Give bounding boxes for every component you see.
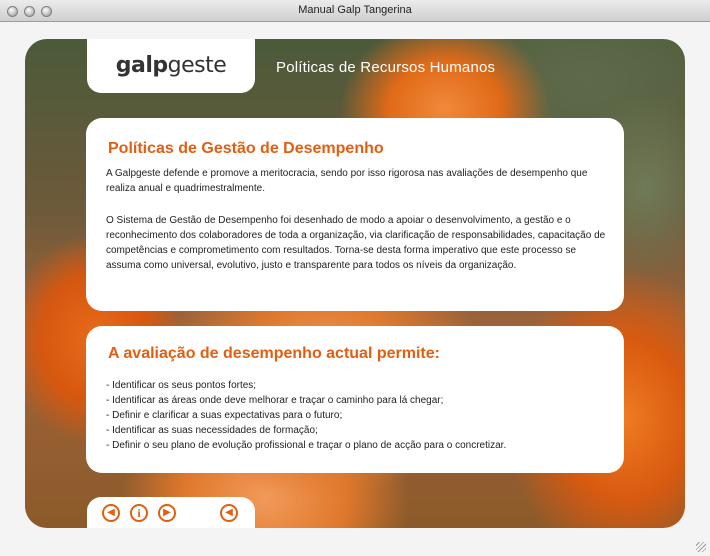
back-triangle-icon: ◀ (225, 507, 233, 518)
list-item: - Identificar as suas necessidades de fo… (106, 425, 318, 436)
resize-grip[interactable] (696, 542, 706, 552)
card-title: Políticas de Gestão de Desempenho (108, 140, 384, 157)
list-item: - Identificar os seus pontos fortes; (106, 380, 257, 391)
evaluation-benefits-card: A avaliação de desempenho actual permite… (86, 326, 624, 473)
app-window: Manual Galp Tangerina galpgeste Política… (0, 0, 710, 556)
galpgeste-logo: galpgeste (87, 53, 255, 78)
benefits-list: - Identificar os seus pontos fortes; - I… (106, 378, 506, 453)
title-bar: Manual Galp Tangerina (0, 0, 710, 22)
back-button[interactable]: ◀ (220, 504, 238, 522)
logo-tab: galpgeste (87, 39, 255, 93)
system-paragraph: O Sistema de Gestão de Desempenho foi de… (106, 215, 606, 271)
list-item: - Definir o seu plano de evolução profis… (106, 440, 507, 451)
card-title: A avaliação de desempenho actual permite… (108, 345, 440, 362)
next-button[interactable]: ▶ (158, 504, 176, 522)
info-icon: i (137, 506, 141, 520)
performance-policy-card: Políticas de Gestão de Desempenho A Galp… (86, 118, 624, 311)
previous-button[interactable]: ◀ (102, 504, 120, 522)
list-item: - Identificar as áreas onde deve melhora… (106, 395, 444, 406)
intro-paragraph: A Galpgeste defende e promove a meritocr… (106, 168, 588, 194)
info-button[interactable]: i (130, 504, 148, 522)
window-title: Manual Galp Tangerina (298, 4, 412, 16)
chevron-right-icon: ▶ (163, 507, 171, 518)
logo-light-text: geste (167, 53, 227, 78)
list-item: - Definir e clarificar a suas expectativ… (106, 410, 343, 421)
section-title: Políticas de Recursos Humanos (276, 59, 496, 76)
logo-bold-text: galp (115, 53, 168, 78)
chevron-left-icon: ◀ (107, 507, 115, 518)
